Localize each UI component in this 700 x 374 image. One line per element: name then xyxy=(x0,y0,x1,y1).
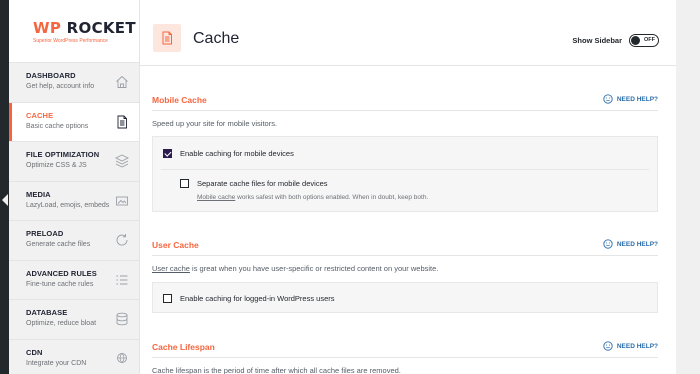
options-divider xyxy=(161,169,649,170)
help-smile-icon xyxy=(603,94,613,104)
cdn-icon xyxy=(115,351,129,367)
wp-rocket-logo: WP ROCKET Superior WordPress Performance xyxy=(9,0,139,63)
mobile-cache-description: Speed up your site for mobile visitors. xyxy=(152,119,278,128)
toggle-state: OFF xyxy=(644,37,655,43)
logged-in-cache-option[interactable]: Enable caching for logged-in WordPress u… xyxy=(163,294,335,303)
cache-lifespan-title: Cache Lifespan xyxy=(152,342,215,352)
list-icon xyxy=(115,272,129,288)
user-cache-desc-text: is great when you have user-specific or … xyxy=(189,264,439,273)
mobile-cache-note: Mobile cache works safest with both opti… xyxy=(197,194,428,201)
mobile-cache-option[interactable]: Enable caching for mobile devices xyxy=(163,149,294,158)
mobile-cache-header: Mobile Cache NEED HELP? xyxy=(152,94,658,111)
logged-in-cache-checkbox[interactable] xyxy=(163,294,172,303)
separate-cache-checkbox[interactable] xyxy=(180,179,189,188)
help-smile-icon xyxy=(603,341,613,351)
mobile-cache-note-text: works safest with both options enabled. … xyxy=(235,194,429,201)
sidebar-item-file-optimization[interactable]: FILE OPTIMIZATION Optimize CSS & JS xyxy=(9,142,139,182)
logo-tagline: Superior WordPress Performance xyxy=(33,37,108,44)
wp-admin-bar xyxy=(0,0,9,374)
mobile-cache-options: Enable caching for mobile devices Separa… xyxy=(152,136,658,212)
mobile-cache-title: Mobile Cache xyxy=(152,95,207,105)
toggle-knob xyxy=(631,36,640,45)
mobile-cache-need-help[interactable]: NEED HELP? xyxy=(603,94,658,104)
page-header: Cache Show Sidebar OFF xyxy=(140,0,676,66)
page-scroll-area xyxy=(676,0,700,374)
user-cache-title: User Cache xyxy=(152,240,199,250)
sidebar-item-database[interactable]: DATABASE Optimize, reduce bloat xyxy=(9,300,139,340)
document-icon xyxy=(115,114,129,130)
mobile-cache-link[interactable]: Mobile cache xyxy=(197,194,235,201)
sidebar-item-dashboard[interactable]: DASHBOARD Get help, account info xyxy=(9,63,139,103)
need-help-label: NEED HELP? xyxy=(616,342,658,350)
need-help-label: NEED HELP? xyxy=(616,240,658,248)
show-sidebar-label: Show Sidebar xyxy=(572,36,622,45)
logged-in-cache-option-label: Enable caching for logged-in WordPress u… xyxy=(180,294,335,303)
help-smile-icon xyxy=(603,239,613,249)
sidebar-item-cdn[interactable]: CDN Integrate your CDN xyxy=(9,339,139,374)
cache-lifespan-description: Cache lifespan is the period of time aft… xyxy=(152,366,401,374)
mobile-cache-option-label: Enable caching for mobile devices xyxy=(180,149,294,158)
collapse-arrow-icon[interactable] xyxy=(2,194,8,206)
home-icon xyxy=(115,74,129,90)
user-cache-header: User Cache NEED HELP? xyxy=(152,239,658,256)
sidebar-item-preload[interactable]: PRELOAD Generate cache files xyxy=(9,221,139,261)
image-icon xyxy=(115,193,129,209)
show-sidebar-control: Show Sidebar OFF xyxy=(572,34,659,47)
sidebar-item-advanced-rules[interactable]: ADVANCED RULES Fine-tune cache rules xyxy=(9,260,139,300)
cache-lifespan-need-help[interactable]: NEED HELP? xyxy=(603,341,658,351)
layers-icon xyxy=(114,153,130,169)
cache-lifespan-header: Cache Lifespan NEED HELP? xyxy=(152,341,658,358)
main-content: Cache Show Sidebar OFF Mobile Cache NEED… xyxy=(140,0,676,374)
separate-cache-option-label: Separate cache files for mobile devices xyxy=(197,179,328,188)
sidebar-item-media[interactable]: MEDIA LazyLoad, emojis, embeds xyxy=(9,181,139,221)
separate-cache-option[interactable]: Separate cache files for mobile devices xyxy=(180,179,328,188)
user-cache-link[interactable]: User cache xyxy=(152,264,190,273)
database-icon xyxy=(115,311,129,327)
cache-page-icon xyxy=(153,24,181,52)
logo-wp: WP xyxy=(33,18,62,37)
page-title: Cache xyxy=(193,30,240,47)
sidebar-item-cache[interactable]: CACHE Basic cache options xyxy=(9,102,139,142)
show-sidebar-toggle[interactable]: OFF xyxy=(629,34,659,47)
need-help-label: NEED HELP? xyxy=(616,95,658,103)
sidebar: WP ROCKET Superior WordPress Performance… xyxy=(9,0,140,374)
user-cache-options: Enable caching for logged-in WordPress u… xyxy=(152,282,658,313)
user-cache-need-help[interactable]: NEED HELP? xyxy=(603,239,658,249)
mobile-cache-checkbox[interactable] xyxy=(163,149,172,158)
logo-rocket: ROCKET xyxy=(66,18,136,37)
user-cache-description: User cache is great when you have user-s… xyxy=(152,264,438,273)
refresh-icon xyxy=(115,232,129,248)
